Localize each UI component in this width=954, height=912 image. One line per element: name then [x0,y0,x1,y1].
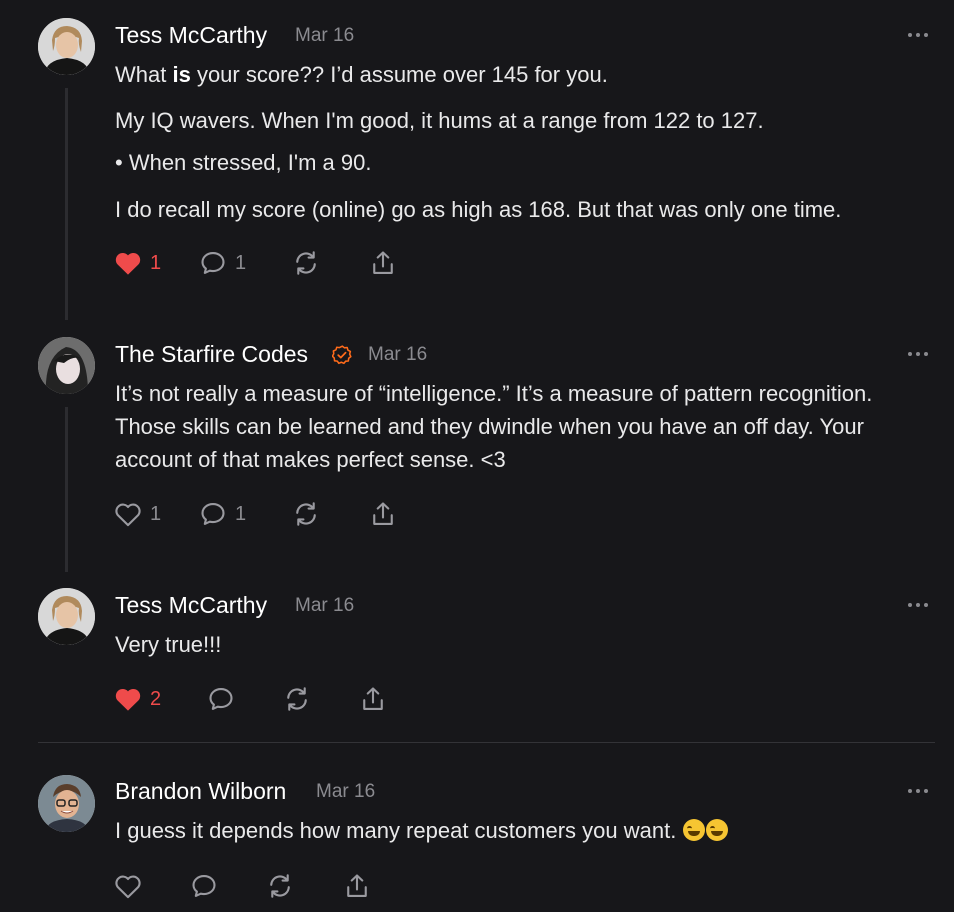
comment-text: My IQ wavers. When I'm good, it hums at … [115,108,764,133]
more-options-icon[interactable] [908,789,930,795]
share-icon [373,251,393,274]
like-button[interactable] [114,871,142,901]
share-button[interactable] [343,871,371,901]
thread-line [65,407,68,572]
restack-icon [270,874,290,898]
verified-badge-icon [332,345,352,365]
like-count: 1 [150,251,162,274]
thread-line [65,88,68,320]
restack-icon [296,251,316,275]
avatar-photo-icon [38,18,95,75]
grinning-sweat-emoji-icon [706,819,729,841]
comment-text: It’s not really a measure of “intelligen… [115,381,873,472]
more-options-icon[interactable] [908,33,930,39]
comment-icon [201,252,225,274]
avatar[interactable] [38,775,95,832]
heart-icon [115,252,141,275]
restack-button[interactable] [266,871,294,901]
comment-button[interactable] [207,684,235,714]
comment-icon [192,875,216,897]
comment-count: 1 [235,251,247,274]
comment-icon [201,503,225,525]
restack-button[interactable] [292,248,320,278]
comment-button[interactable]: 1 [199,248,246,278]
heart-icon [115,688,141,711]
comment-icon [209,688,233,710]
avatar[interactable] [38,588,95,645]
restack-icon [287,687,307,711]
like-button[interactable]: 1 [114,499,161,529]
share-button[interactable] [369,248,397,278]
comment-button[interactable] [190,871,218,901]
comment-count: 1 [235,502,247,525]
more-options-icon[interactable] [908,352,930,358]
avatar[interactable] [38,337,95,394]
comment-button[interactable]: 1 [199,499,246,529]
avatar-photo-icon [38,588,95,645]
comment-text: Very true!!! [115,632,222,657]
restack-icon [296,502,316,526]
author-name[interactable]: Tess McCarthy [115,22,267,49]
author-name[interactable]: Tess McCarthy [115,592,267,619]
comment-text: What is your score?? I’d assume over 145… [115,62,608,87]
like-count: 2 [150,687,162,710]
comment-text: I do recall my score (online) go as high… [115,197,842,222]
thread-divider [38,742,935,743]
share-icon [373,502,393,525]
grinning-sweat-emoji-icon [683,819,706,841]
author-name[interactable]: The Starfire Codes [115,341,308,368]
avatar[interactable] [38,18,95,75]
like-button[interactable]: 1 [114,248,161,278]
comment-text: I guess it depends how many repeat custo… [115,814,729,847]
avatar-photo-icon [38,337,95,394]
heart-icon [115,503,141,527]
post-date[interactable]: Mar 16 [316,781,375,803]
like-button[interactable]: 2 [114,684,161,714]
share-icon [363,687,383,710]
share-icon [347,874,367,897]
share-button[interactable] [359,684,387,714]
author-name[interactable]: Brandon Wilborn [115,778,286,805]
post-date[interactable]: Mar 16 [295,25,354,47]
more-options-icon[interactable] [908,603,930,609]
share-button[interactable] [369,499,397,529]
post-date[interactable]: Mar 16 [368,344,427,366]
comment-text: • When stressed, I'm a 90. [115,150,372,175]
avatar-photo-icon [38,775,95,832]
heart-icon [115,875,141,899]
like-count: 1 [150,502,162,525]
post-date[interactable]: Mar 16 [295,595,354,617]
restack-button[interactable] [283,684,311,714]
restack-button[interactable] [292,499,320,529]
